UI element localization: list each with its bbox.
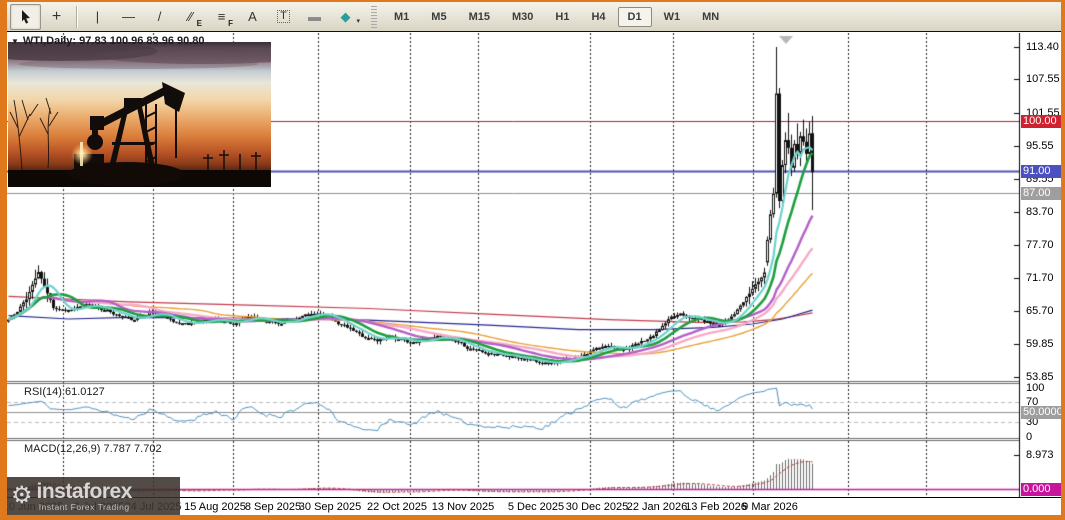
equidistant-channel-letter: E: [196, 18, 202, 28]
price-tick-77.70: 77.70: [1026, 238, 1054, 251]
timeframe-w1-button[interactable]: W1: [654, 7, 691, 27]
date-label: 22 Oct 2025: [367, 501, 427, 513]
instaforex-watermark: ⚙ instaforex Instant Forex Trading: [5, 477, 180, 515]
toolbar-grip[interactable]: [371, 5, 377, 28]
price-tick-71.70: 71.70: [1026, 272, 1054, 285]
tool-cursor-button[interactable]: [10, 3, 41, 30]
tool-text-button[interactable]: A: [237, 4, 268, 30]
price-tick-95.55: 95.55: [1026, 139, 1054, 152]
rectangle-icon: ▬: [308, 9, 321, 24]
tool-equidistant-channel-button[interactable]: ∕∕ E: [175, 4, 206, 30]
timeframe-m1-button[interactable]: M1: [384, 7, 419, 27]
timeframe-mn-button[interactable]: MN: [692, 7, 729, 27]
price-tick-65.70: 65.70: [1026, 305, 1054, 318]
rsi-tick-100: 100: [1026, 381, 1045, 394]
toolbar: + | — / ∕∕ E ≡ F A T ▬ ◆ ▾ M1 M5 M15 M30 H1 H4 D1 W1 MN: [7, 2, 1061, 32]
oil-pump-photo: [8, 42, 271, 187]
timeframe-h1-button[interactable]: H1: [545, 7, 579, 27]
chart-title-text: WTI,Daily: 97.83 100.96 83.96 90.80: [22, 35, 205, 47]
macd-tick-max: 8.973: [1026, 449, 1054, 461]
toolbar-separator: [76, 5, 78, 28]
trading-terminal-window: + | — / ∕∕ E ≡ F A T ▬ ◆ ▾ M1 M5 M15 M30 H1 H4 D1 W1 MN ▼ WTI,…: [0, 0, 1065, 520]
rsi-level-badge-50: 50.0000: [1021, 405, 1063, 419]
vertical-line-icon: |: [95, 9, 100, 24]
tool-rectangle-button[interactable]: ▬: [299, 4, 330, 30]
rsi-indicator-label: RSI(14) 61.0127: [24, 386, 105, 398]
fibonacci-retracement-icon: ≡: [217, 9, 226, 24]
crosshair-icon: +: [51, 7, 62, 25]
macd-zero-badge: 0.000: [1021, 482, 1063, 496]
date-label: 15 Aug 2025: [184, 501, 246, 513]
instaforex-wordmark: instaforex: [36, 479, 133, 503]
horizontal-line-icon: —: [122, 9, 135, 24]
macd-indicator-label: MACD(12,26,9) 7.787 7.702: [24, 443, 162, 455]
instaforex-gear-icon: ⚙: [11, 482, 33, 509]
window-border-top: [0, 0, 1065, 2]
date-label: 13 Feb 2026: [685, 501, 747, 513]
date-label: 30 Sep 2025: [298, 501, 362, 513]
timeframe-d1-button[interactable]: D1: [617, 6, 652, 27]
trendline-icon: /: [157, 9, 162, 24]
timeframe-m15-button[interactable]: M15: [459, 7, 500, 27]
window-border-bottom: [0, 515, 1065, 520]
chart-title: ▼ WTI,Daily: 97.83 100.96 83.96 90.80: [11, 35, 205, 47]
rsi-tick-0: 0: [1026, 430, 1033, 443]
date-label: 8 Sep 2025: [244, 501, 302, 513]
tool-horizontal-line-button[interactable]: —: [113, 4, 144, 30]
tool-fibonacci-retracement-button[interactable]: ≡ F: [206, 4, 237, 30]
text-icon: A: [248, 9, 257, 24]
cursor-icon: [22, 10, 30, 24]
date-label: 22 Jan 2026: [626, 501, 688, 513]
price-tick-83.70: 83.70: [1026, 205, 1054, 218]
symbol-dropdown-icon[interactable]: ▼: [11, 37, 19, 46]
date-label: 13 Nov 2025: [431, 501, 495, 513]
date-label: 5 Dec 2025: [507, 501, 565, 513]
price-axis: 113.40 107.55 101.55 95.55 89.55 83.70 77.70 71…: [1021, 33, 1063, 497]
price-tick-107.55: 107.55: [1026, 73, 1060, 86]
price-level-badge-91: 91.00: [1021, 164, 1063, 178]
price-level-badge-100: 100.00: [1021, 114, 1063, 128]
price-tick-113.40: 113.40: [1026, 41, 1059, 53]
tool-text-label-button[interactable]: T: [268, 4, 299, 30]
dropdown-caret-icon: ▾: [356, 17, 360, 25]
tool-arrows-dropdown-button[interactable]: ◆ ▾: [330, 4, 361, 30]
price-level-badge-87: 87.00: [1021, 186, 1063, 200]
arrows-dropdown-icon: ◆: [340, 9, 351, 24]
tool-trendline-button[interactable]: /: [144, 4, 175, 30]
instaforex-tagline: Instant Forex Trading: [38, 501, 130, 512]
timeframe-m5-button[interactable]: M5: [421, 7, 456, 27]
tool-vertical-line-button[interactable]: |: [82, 4, 113, 30]
date-label: 9 Mar 2026: [742, 501, 798, 513]
window-border-left: [0, 0, 7, 520]
text-label-icon: T: [277, 10, 290, 23]
window-border-right: [1061, 0, 1065, 520]
timeframe-h4-button[interactable]: H4: [581, 7, 615, 27]
date-label: 30 Dec 2025: [565, 501, 629, 513]
tool-crosshair-button[interactable]: +: [41, 4, 72, 30]
price-tick-59.85: 59.85: [1026, 337, 1054, 350]
equidistant-channel-icon: ∕∕: [188, 9, 193, 24]
fibonacci-retracement-letter: F: [228, 18, 233, 28]
pumpjack-silhouette: [8, 42, 271, 187]
timeframe-m30-button[interactable]: M30: [502, 7, 543, 27]
